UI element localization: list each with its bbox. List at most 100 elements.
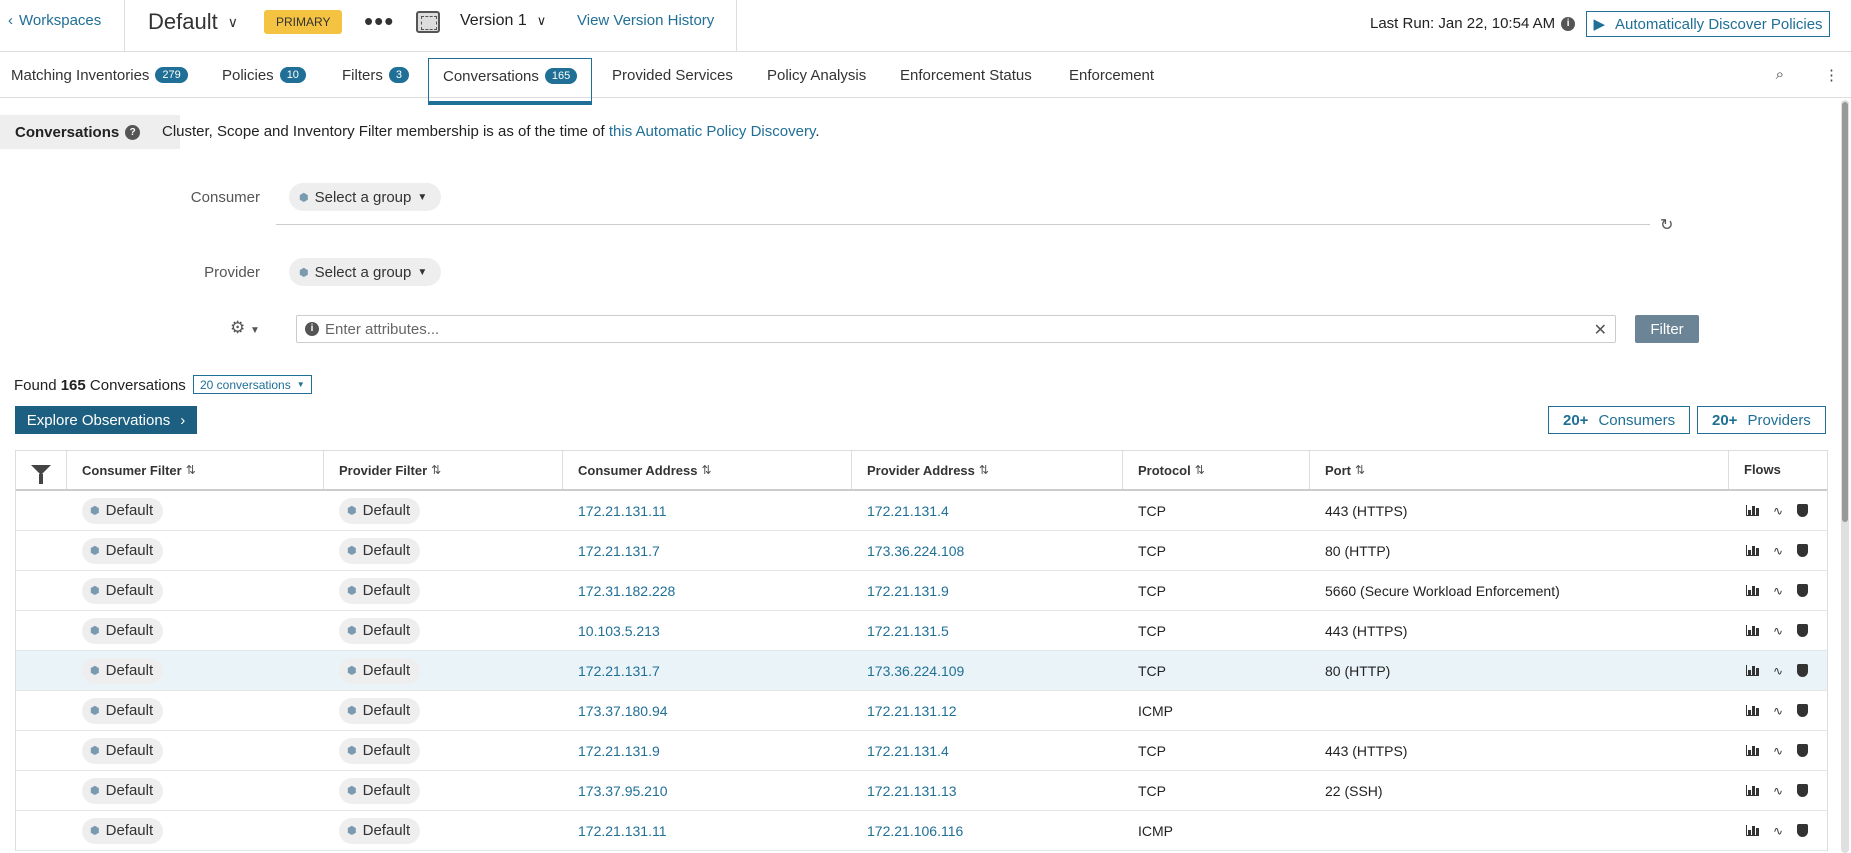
consumer-address-link[interactable]: 172.21.131.7 bbox=[578, 543, 660, 559]
provider-address-link[interactable]: 172.21.131.9 bbox=[867, 583, 949, 599]
consumer-filter-pill[interactable]: ⬢ Default bbox=[82, 657, 164, 684]
table-row[interactable]: ⬢ Default ⬢ Default 172.21.131.7 173.36.22… bbox=[16, 651, 1827, 691]
consumer-address-link[interactable]: 172.21.131.7 bbox=[578, 663, 660, 679]
provider-filter-pill[interactable]: ⬢ Default bbox=[339, 817, 421, 844]
tab-provided-services[interactable]: Provided Services bbox=[612, 52, 733, 98]
column-filter-toggle[interactable] bbox=[16, 451, 67, 489]
bar-chart-icon[interactable] bbox=[1746, 825, 1759, 836]
consumer-filter-pill[interactable]: ⬢ Default bbox=[82, 737, 164, 764]
bar-chart-icon[interactable] bbox=[1746, 505, 1759, 516]
consumer-address-link[interactable]: 173.37.180.94 bbox=[578, 703, 668, 719]
table-row[interactable]: ⬢ Default ⬢ Default 173.37.95.210 172.21.1… bbox=[16, 771, 1827, 811]
providers-button[interactable]: 20+ Providers bbox=[1697, 406, 1826, 434]
back-to-workspaces-link[interactable]: ‹ Workspaces bbox=[8, 12, 101, 29]
consumer-filter-pill[interactable]: ⬢ Default bbox=[82, 617, 164, 644]
tab-enforcement[interactable]: Enforcement bbox=[1069, 52, 1154, 98]
provider-address-link[interactable]: 173.36.224.108 bbox=[867, 543, 964, 559]
pulse-icon[interactable]: ∿ bbox=[1773, 664, 1783, 678]
clear-icon[interactable]: ✕ bbox=[1594, 320, 1607, 340]
provider-address-link[interactable]: 172.21.131.4 bbox=[867, 503, 949, 519]
provider-filter-pill[interactable]: ⬢ Default bbox=[339, 737, 421, 764]
provider-address-link[interactable]: 172.21.131.5 bbox=[867, 623, 949, 639]
consumer-address-link[interactable]: 172.31.182.228 bbox=[578, 583, 675, 599]
consumer-filter-pill[interactable]: ⬢ Default bbox=[82, 817, 164, 844]
table-row[interactable]: ⬢ Default ⬢ Default 172.31.182.228 172.21.… bbox=[16, 571, 1827, 611]
info-icon[interactable]: i bbox=[1561, 16, 1576, 31]
bar-chart-icon[interactable] bbox=[1746, 545, 1759, 556]
consumer-address-link[interactable]: 172.21.131.11 bbox=[578, 503, 667, 519]
more-options-icon[interactable]: ••• bbox=[364, 6, 394, 37]
consumer-address-link[interactable]: 173.37.95.210 bbox=[578, 783, 668, 799]
gear-icon[interactable]: ⚙ ▼ bbox=[230, 318, 260, 338]
shield-icon[interactable] bbox=[1797, 824, 1809, 837]
provider-filter-pill[interactable]: ⬢ Default bbox=[339, 497, 421, 524]
shield-icon[interactable] bbox=[1797, 744, 1809, 757]
pulse-icon[interactable]: ∿ bbox=[1773, 584, 1783, 598]
kebab-menu-icon[interactable]: ⋮ bbox=[1824, 66, 1839, 84]
help-icon[interactable]: ? bbox=[125, 124, 141, 140]
page-size-select[interactable]: 20 conversations ▼ bbox=[193, 375, 312, 394]
provider-group-select[interactable]: ⬢ Select a group ▼ bbox=[289, 258, 442, 286]
pulse-icon[interactable]: ∿ bbox=[1773, 824, 1783, 838]
view-version-history-link[interactable]: View Version History bbox=[577, 12, 714, 29]
bar-chart-icon[interactable] bbox=[1746, 585, 1759, 596]
consumer-filter-pill[interactable]: ⬢ Default bbox=[82, 497, 164, 524]
pulse-icon[interactable]: ∿ bbox=[1773, 504, 1783, 518]
tab-enforcement-status[interactable]: Enforcement Status bbox=[900, 52, 1032, 98]
header-provider-filter[interactable]: Provider Filter ⇅ bbox=[324, 451, 563, 489]
consumer-filter-pill[interactable]: ⬢ Default bbox=[82, 697, 164, 724]
swap-icon[interactable]: ↻ bbox=[1660, 215, 1673, 235]
shield-icon[interactable] bbox=[1797, 784, 1809, 797]
version-selector[interactable]: Version 1 ∨ bbox=[460, 12, 546, 30]
pulse-icon[interactable]: ∿ bbox=[1773, 784, 1783, 798]
consumers-button[interactable]: 20+ Consumers bbox=[1548, 406, 1691, 434]
attribute-filter-input[interactable]: i Enter attributes... ✕ bbox=[296, 315, 1616, 343]
shield-icon[interactable] bbox=[1797, 584, 1809, 597]
table-row[interactable]: ⬢ Default ⬢ Default 172.21.131.11 172.21.1… bbox=[16, 811, 1827, 851]
automatic-policy-discovery-link[interactable]: this Automatic Policy Discovery bbox=[609, 123, 815, 140]
table-row[interactable]: ⬢ Default ⬢ Default 172.21.131.9 172.21.13… bbox=[16, 731, 1827, 771]
provider-address-link[interactable]: 172.21.131.12 bbox=[867, 703, 957, 719]
consumer-address-link[interactable]: 172.21.131.11 bbox=[578, 823, 667, 839]
consumer-filter-pill[interactable]: ⬢ Default bbox=[82, 537, 164, 564]
consumer-group-select[interactable]: ⬢ Select a group ▼ bbox=[289, 183, 442, 211]
version-icon[interactable] bbox=[416, 11, 440, 33]
bar-chart-icon[interactable] bbox=[1746, 665, 1759, 676]
header-provider-address[interactable]: Provider Address ⇅ bbox=[852, 451, 1123, 489]
filter-button[interactable]: Filter bbox=[1635, 315, 1699, 343]
header-port[interactable]: Port ⇅ bbox=[1310, 451, 1729, 489]
table-row[interactable]: ⬢ Default ⬢ Default 173.37.180.94 172.21.1… bbox=[16, 691, 1827, 731]
pulse-icon[interactable]: ∿ bbox=[1773, 624, 1783, 638]
provider-address-link[interactable]: 173.36.224.109 bbox=[867, 663, 964, 679]
bar-chart-icon[interactable] bbox=[1746, 785, 1759, 796]
header-consumer-filter[interactable]: Consumer Filter ⇅ bbox=[67, 451, 324, 489]
consumer-filter-pill[interactable]: ⬢ Default bbox=[82, 777, 164, 804]
tab-policies[interactable]: Policies 10 bbox=[222, 52, 306, 98]
automatically-discover-policies-button[interactable]: ▶ Automatically Discover Policies bbox=[1586, 11, 1830, 37]
table-row[interactable]: ⬢ Default ⬢ Default 172.21.131.7 173.36.22… bbox=[16, 531, 1827, 571]
pulse-icon[interactable]: ∿ bbox=[1773, 704, 1783, 718]
bar-chart-icon[interactable] bbox=[1746, 625, 1759, 636]
provider-filter-pill[interactable]: ⬢ Default bbox=[339, 697, 421, 724]
table-row[interactable]: ⬢ Default ⬢ Default 10.103.5.213 172.21.13… bbox=[16, 611, 1827, 651]
scrollbar[interactable] bbox=[1841, 100, 1849, 853]
tab-filters[interactable]: Filters 3 bbox=[342, 52, 409, 98]
provider-address-link[interactable]: 172.21.106.116 bbox=[867, 823, 963, 839]
provider-filter-pill[interactable]: ⬢ Default bbox=[339, 537, 421, 564]
workspace-selector[interactable]: Default ∨ bbox=[148, 9, 238, 35]
header-consumer-address[interactable]: Consumer Address ⇅ bbox=[563, 451, 852, 489]
search-icon[interactable]: ⌕ bbox=[1776, 66, 1784, 84]
bar-chart-icon[interactable] bbox=[1746, 705, 1759, 716]
provider-filter-pill[interactable]: ⬢ Default bbox=[339, 617, 421, 644]
provider-filter-pill[interactable]: ⬢ Default bbox=[339, 657, 421, 684]
table-row[interactable]: ⬢ Default ⬢ Default 172.21.131.11 172.21.1… bbox=[16, 491, 1827, 531]
explore-observations-button[interactable]: Explore Observations › bbox=[15, 406, 197, 434]
bar-chart-icon[interactable] bbox=[1746, 745, 1759, 756]
tab-conversations[interactable]: Conversations 165 bbox=[428, 58, 593, 105]
pulse-icon[interactable]: ∿ bbox=[1773, 544, 1783, 558]
shield-icon[interactable] bbox=[1797, 704, 1809, 717]
tab-policy-analysis[interactable]: Policy Analysis bbox=[767, 52, 866, 98]
shield-icon[interactable] bbox=[1797, 544, 1809, 557]
provider-filter-pill[interactable]: ⬢ Default bbox=[339, 777, 421, 804]
shield-icon[interactable] bbox=[1797, 624, 1809, 637]
